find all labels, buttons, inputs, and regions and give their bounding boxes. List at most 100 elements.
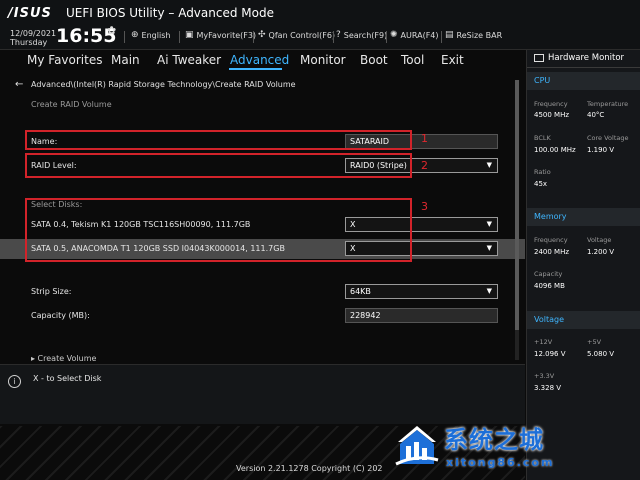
ratio-label: Ratio	[534, 168, 551, 176]
header-divider	[124, 31, 125, 43]
bclk-value: 100.00 MHz	[534, 146, 576, 154]
v33-label: +3.3V	[534, 372, 555, 380]
date-text: 12/09/2021	[10, 29, 57, 38]
asus-logo: /ISUS	[8, 6, 52, 21]
header-divider	[386, 31, 387, 43]
annotation-number: 3	[421, 200, 428, 213]
page-subtitle: Create RAID Volume	[31, 100, 112, 109]
voltage-title: Voltage	[534, 315, 565, 324]
language-label: English	[141, 30, 171, 40]
bclk-label: BCLK	[534, 134, 551, 142]
myfavorite-label: MyFavorite(F3)	[196, 30, 257, 40]
menu-ai-tweaker[interactable]: Ai Tweaker	[157, 53, 221, 67]
main-menu: My Favorites Main Ai Tweaker Advanced Mo…	[0, 50, 525, 70]
cpu-section-header: CPU	[527, 72, 640, 90]
capacity-input[interactable]: 228942	[345, 308, 498, 323]
create-volume-item[interactable]: ▸ Create Volume	[31, 354, 96, 362]
memory-voltage-value: 1.200 V	[587, 248, 615, 256]
annotation-box-raid-level	[25, 153, 412, 178]
header-divider	[253, 31, 254, 43]
gear-icon[interactable]: ✿	[107, 24, 116, 37]
cpu-frequency-label: Frequency	[534, 100, 568, 108]
memory-frequency-label: Frequency	[534, 236, 568, 244]
memory-section-header: Memory	[527, 208, 640, 226]
aura-label: AURA(F4)	[400, 30, 439, 40]
resize-bar-icon: ▤	[445, 30, 454, 40]
chevron-down-icon: ▼	[486, 287, 492, 295]
menu-my-favorites[interactable]: My Favorites	[27, 53, 102, 67]
strip-size-value: 64KB	[350, 287, 371, 296]
menu-tool[interactable]: Tool	[401, 53, 424, 67]
cpu-temperature-label: Temperature	[587, 100, 629, 108]
scrollbar-thumb[interactable]	[515, 80, 519, 330]
breadcrumb: Advanced\(Intel(R) Rapid Storage Technol…	[31, 80, 296, 89]
v12-label: +12V	[534, 338, 553, 346]
myfavorite-button[interactable]: ▣ MyFavorite(F3)	[185, 30, 256, 40]
strip-size-label: Strip Size:	[31, 287, 72, 296]
chevron-down-icon: ▼	[486, 244, 492, 252]
resize-bar-button[interactable]: ▤ ReSize BAR	[445, 30, 502, 40]
hardware-monitor-title: Hardware Monitor	[548, 53, 625, 63]
active-tab-indicator	[229, 68, 282, 70]
hardware-monitor-header: Hardware Monitor	[527, 50, 640, 68]
hardware-monitor-panel: Hardware Monitor CPU Frequency 4500 MHz …	[526, 50, 640, 480]
resize-bar-label: ReSize BAR	[456, 30, 503, 40]
v5-value: 5.080 V	[587, 350, 615, 358]
header-divider	[179, 31, 180, 43]
top-header: /ISUS UEFI BIOS Utility – Advanced Mode …	[0, 0, 640, 50]
cpu-temperature-value: 40°C	[587, 111, 605, 119]
monitor-icon	[534, 54, 544, 62]
qfan-control-button[interactable]: ✣ Qfan Control(F6)	[258, 30, 335, 40]
settings-panel: ← Advanced\(Intel(R) Rapid Storage Techn…	[0, 72, 525, 362]
v33-value: 3.328 V	[534, 384, 562, 392]
core-voltage-value: 1.190 V	[587, 146, 615, 154]
watermark-logo-icon	[395, 426, 439, 466]
day-text: Thursday	[10, 38, 48, 47]
memory-title: Memory	[534, 212, 567, 221]
v12-value: 12.096 V	[534, 350, 566, 358]
menu-monitor[interactable]: Monitor	[300, 53, 346, 67]
qfan-label: Qfan Control(F6)	[268, 30, 336, 40]
memory-capacity-value: 4096 MB	[534, 282, 565, 290]
voltage-section-header: Voltage	[527, 311, 640, 329]
language-button[interactable]: ⊕ English	[131, 30, 170, 40]
header-divider	[441, 31, 442, 43]
cpu-title: CPU	[534, 76, 551, 85]
help-text: X - to Select Disk	[33, 374, 102, 383]
date-display: 12/09/2021 Thursday	[10, 29, 56, 47]
search-icon: ?	[336, 30, 341, 40]
menu-advanced[interactable]: Advanced	[230, 53, 289, 67]
back-arrow-icon[interactable]: ←	[15, 79, 23, 90]
memory-capacity-label: Capacity	[534, 270, 563, 278]
menu-boot[interactable]: Boot	[360, 53, 388, 67]
memory-frequency-value: 2400 MHz	[534, 248, 570, 256]
watermark: 系统之城 xitong86.com	[388, 418, 636, 476]
search-label: Search(F9)	[343, 30, 388, 40]
capacity-row[interactable]: Capacity (MB): 228942	[0, 306, 525, 326]
annotation-box-disks	[25, 198, 412, 262]
help-bar: i X - to Select Disk	[0, 364, 525, 424]
chevron-down-icon: ▼	[486, 220, 492, 228]
core-voltage-label: Core Voltage	[587, 134, 629, 142]
aura-button[interactable]: ✺ AURA(F4)	[390, 30, 439, 40]
menu-exit[interactable]: Exit	[441, 53, 464, 67]
fan-icon: ✣	[258, 30, 266, 40]
watermark-chinese-text: 系统之城	[444, 426, 544, 454]
ratio-value: 45x	[534, 180, 548, 188]
search-button[interactable]: ? Search(F9)	[336, 30, 387, 40]
annotation-box-name	[25, 130, 412, 150]
annotation-number: 2	[421, 159, 428, 172]
header-divider	[333, 31, 334, 43]
app-title: UEFI BIOS Utility – Advanced Mode	[66, 6, 274, 20]
watermark-url-text: xitong86.com	[446, 456, 555, 469]
strip-size-row[interactable]: Strip Size: 64KB ▼	[0, 282, 525, 302]
favorite-icon: ▣	[185, 30, 194, 40]
v5-label: +5V	[587, 338, 602, 346]
cpu-frequency-value: 4500 MHz	[534, 111, 570, 119]
chevron-down-icon: ▼	[486, 161, 492, 169]
memory-voltage-label: Voltage	[587, 236, 612, 244]
version-text: Version 2.21.1278 Copyright (C) 202	[236, 464, 383, 473]
menu-main[interactable]: Main	[111, 53, 140, 67]
aura-icon: ✺	[390, 30, 398, 40]
strip-size-select[interactable]: 64KB ▼	[345, 284, 498, 299]
